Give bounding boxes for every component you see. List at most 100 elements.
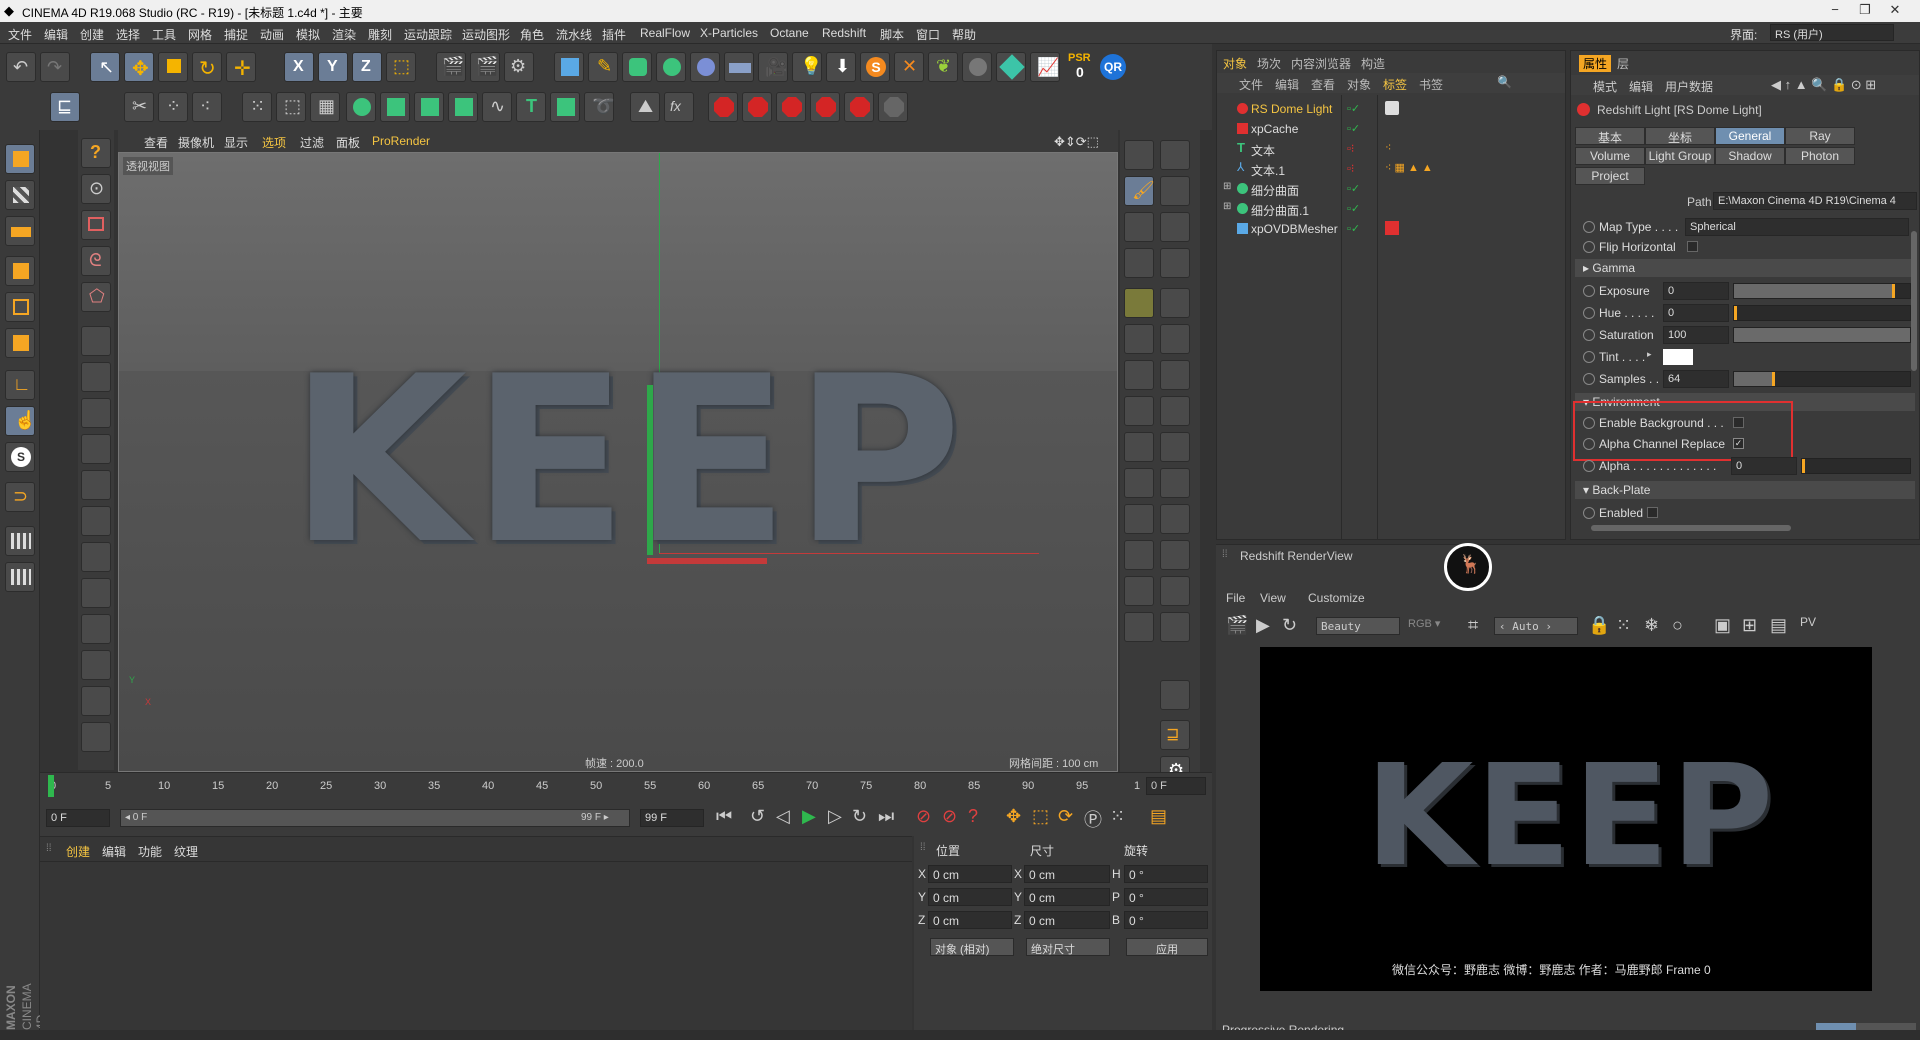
layout-13-icon[interactable] <box>1160 360 1190 390</box>
viewport-menu-camera[interactable]: 摄像机 <box>178 134 214 151</box>
download-icon[interactable]: ⬇ <box>826 52 856 82</box>
grid-icon[interactable]: ⁙ <box>1616 615 1631 636</box>
grid-tool-7-icon[interactable] <box>81 542 111 572</box>
menu-window[interactable]: 窗口 <box>916 26 940 43</box>
saturation-slider[interactable] <box>1733 327 1911 343</box>
current-frame-field[interactable]: 0 F <box>1146 777 1206 795</box>
lasso-icon[interactable]: ᘓ <box>81 246 111 276</box>
anim-radio[interactable] <box>1583 241 1595 253</box>
prev-frame-icon[interactable]: ◁ <box>776 806 790 827</box>
z-axis-button[interactable]: Z <box>352 52 382 82</box>
spline-icon[interactable]: ∿ <box>482 92 512 122</box>
anim-radio[interactable] <box>1583 417 1595 429</box>
attr-nav-icons[interactable]: ◀ ↑ ▲ 🔍 🔒 ⊙ ⊞ <box>1771 77 1876 93</box>
rs-menu-view[interactable]: View <box>1260 591 1286 605</box>
perspective-viewport[interactable]: 透视视图 KEEP Y X 帧速 : 200.0 网格间距 : 100 cm <box>118 152 1118 772</box>
vertical-scrollbar[interactable] <box>1911 231 1917 371</box>
visibility-check-icon[interactable]: ▫✓ <box>1347 202 1360 215</box>
x-axis-button[interactable]: X <box>284 52 314 82</box>
objmenu-tags[interactable]: 标签 <box>1383 76 1407 93</box>
end-frame-field[interactable]: 99 F <box>640 809 704 827</box>
playhead[interactable] <box>48 775 54 797</box>
layout-14-icon[interactable] <box>1124 396 1154 426</box>
frame-range-slider[interactable]: ◂ 0 F 99 F ▸ <box>120 809 630 827</box>
alpha-channel-replace-checkbox[interactable]: ✓ <box>1733 438 1744 449</box>
rotation-p-field[interactable]: 0 ° <box>1124 888 1208 906</box>
menu-redshift[interactable]: Redshift <box>822 26 866 40</box>
tint-color-swatch[interactable] <box>1663 349 1693 365</box>
magnet-icon[interactable]: ⊃ <box>5 482 35 512</box>
redshift-environment-icon[interactable] <box>878 92 908 122</box>
mograph-cloner-icon[interactable] <box>346 92 376 122</box>
redshift-camera-icon[interactable] <box>810 92 840 122</box>
menu-character[interactable]: 角色 <box>520 26 544 43</box>
layout-7-icon[interactable] <box>1160 248 1190 278</box>
viewport-menu-view[interactable]: 查看 <box>144 134 168 151</box>
menu-motion-tracking[interactable]: 运动跟踪 <box>404 26 452 43</box>
object-row[interactable]: RS Dome Light ▫✓ <box>1217 99 1565 119</box>
coordinate-system-icon[interactable]: ⬚ <box>386 52 416 82</box>
alpha-slider[interactable] <box>1801 458 1911 474</box>
layout-5-icon[interactable] <box>1160 212 1190 242</box>
tab-objects[interactable]: 对象 <box>1223 55 1247 72</box>
visibility-check-icon[interactable]: ▫✓ <box>1347 182 1360 195</box>
redshift-light-icon[interactable] <box>708 92 738 122</box>
next-key-icon[interactable]: ↻ <box>852 806 867 827</box>
mograph-matrix-icon[interactable] <box>380 92 410 122</box>
render-canvas[interactable]: KEEP 微信公众号：野鹿志 微博：野鹿志 作者：马鹿野郎 Frame 0 <box>1260 647 1872 991</box>
key-pla-icon[interactable]: ⁙ <box>1110 806 1125 827</box>
hue-slider[interactable] <box>1733 305 1911 321</box>
subdivision-icon[interactable] <box>622 52 652 82</box>
tab-structure[interactable]: 构造 <box>1361 55 1385 72</box>
menu-plugins[interactable]: 插件 <box>602 26 626 43</box>
mograph-fracture-icon[interactable] <box>414 92 444 122</box>
objmenu-edit[interactable]: 编辑 <box>1275 76 1299 93</box>
lock-workplane-icon[interactable] <box>5 562 35 592</box>
material-menu-create[interactable]: 创建 <box>66 843 90 860</box>
rotation-b-field[interactable]: 0 ° <box>1124 911 1208 929</box>
redshift-sun-icon[interactable] <box>844 92 874 122</box>
loop-selection-icon[interactable]: ⁖ <box>192 92 222 122</box>
visibility-check-icon[interactable]: ▫✓ <box>1347 102 1360 115</box>
sculpt-icon[interactable]: ⛰ <box>630 92 660 122</box>
pv-icon[interactable]: PV <box>1800 615 1816 629</box>
alpha-field[interactable]: 0 <box>1731 457 1797 475</box>
transform-icon[interactable]: ✛ <box>226 52 256 82</box>
layout-22-icon[interactable] <box>1124 540 1154 570</box>
menu-help[interactable]: 帮助 <box>952 26 976 43</box>
layout-23-icon[interactable] <box>1160 540 1190 570</box>
gamma-section[interactable]: ▸ Gamma <box>1575 259 1915 277</box>
model-mode-icon[interactable]: ⊑ <box>50 92 80 122</box>
layout-2-icon[interactable] <box>1160 140 1190 170</box>
tag-icon[interactable]: ⁖ ▦ ▲ ▲ <box>1385 161 1433 174</box>
visibility-check-icon[interactable]: ▫✓ <box>1347 222 1360 235</box>
mograph-voronoi-icon[interactable] <box>448 92 478 122</box>
tab-light-group[interactable]: Light Group <box>1645 147 1715 165</box>
position-x-field[interactable]: 0 cm <box>928 865 1012 883</box>
aov-select[interactable]: Beauty <box>1316 617 1400 635</box>
layout-11-icon[interactable] <box>1160 324 1190 354</box>
tint-expand-icon[interactable]: ▸ <box>1647 349 1652 360</box>
live-selection-icon[interactable]: ⁘ <box>158 92 188 122</box>
visibility-check-icon[interactable]: ▫✓ <box>1347 122 1360 135</box>
brush-icon[interactable]: 🖌 <box>1124 176 1155 206</box>
points-mode-icon[interactable]: ⁙ <box>242 92 272 122</box>
size-y-field[interactable]: 0 cm <box>1024 888 1110 906</box>
layout-26-icon[interactable] <box>1124 612 1154 642</box>
object-row[interactable]: ⅄ 文本.1 ▫⁝ ⁖ ▦ ▲ ▲ <box>1217 159 1565 179</box>
select-arrow-icon[interactable]: ↖ <box>90 52 120 82</box>
menu-select[interactable]: 选择 <box>116 26 140 43</box>
render-picture-viewer-icon[interactable]: 🎬 <box>470 52 500 82</box>
rgb-icon[interactable]: RGB ▾ <box>1408 617 1440 630</box>
axis-icon[interactable]: ∟ <box>5 370 35 400</box>
backplate-enabled-checkbox[interactable] <box>1647 507 1658 518</box>
tab-ray[interactable]: Ray <box>1785 127 1855 145</box>
workplane-grid-icon[interactable] <box>5 526 35 556</box>
timeline-window-icon[interactable]: ▤ <box>1150 806 1167 827</box>
tab-shadow[interactable]: Shadow <box>1715 147 1785 165</box>
graph-icon[interactable]: 📈 <box>1030 52 1060 82</box>
realflow-icon[interactable]: ❦ <box>928 52 958 82</box>
layout-4-icon[interactable] <box>1124 212 1154 242</box>
points-icon[interactable] <box>5 256 35 286</box>
array-icon[interactable] <box>656 52 686 82</box>
